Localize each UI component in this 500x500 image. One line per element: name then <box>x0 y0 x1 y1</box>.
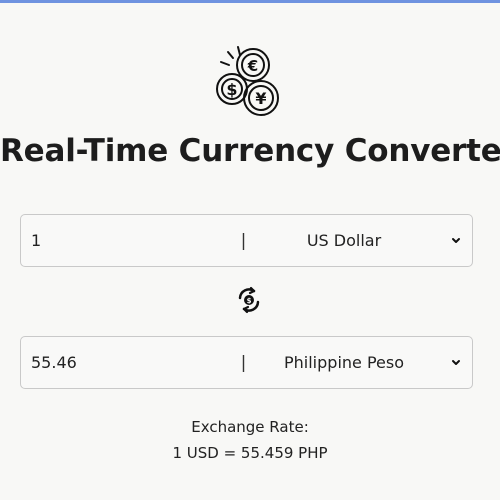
field-separator: | <box>240 352 247 373</box>
coins-euro-dollar-yen-icon: € $ ¥ <box>216 46 279 116</box>
to-currency-row: | Philippine Peso <box>20 336 473 389</box>
currency-converter-app: € $ ¥ Real-Time Currency Converter | US … <box>0 0 500 500</box>
svg-text:$: $ <box>226 80 237 99</box>
swap-currency-icon[interactable]: $ <box>234 285 264 315</box>
from-amount-input[interactable] <box>21 215 237 266</box>
exchange-rate-label: Exchange Rate: <box>191 418 309 436</box>
to-currency-select[interactable]: Philippine Peso <box>250 337 472 388</box>
from-currency-label: US Dollar <box>306 231 382 250</box>
chevron-down-icon <box>452 360 460 365</box>
to-currency-label: Philippine Peso <box>284 353 404 372</box>
svg-text:€: € <box>247 57 258 75</box>
from-currency-select[interactable]: US Dollar <box>250 215 472 266</box>
svg-text:$: $ <box>247 297 252 305</box>
field-separator: | <box>240 230 247 251</box>
svg-text:¥: ¥ <box>255 89 266 108</box>
page-title: Real-Time Currency Converter <box>0 133 500 169</box>
chevron-down-icon <box>452 238 460 243</box>
exchange-rate-value: 1 USD = 55.459 PHP <box>172 444 328 462</box>
to-amount-input[interactable] <box>21 337 237 388</box>
from-currency-row: | US Dollar <box>20 214 473 267</box>
